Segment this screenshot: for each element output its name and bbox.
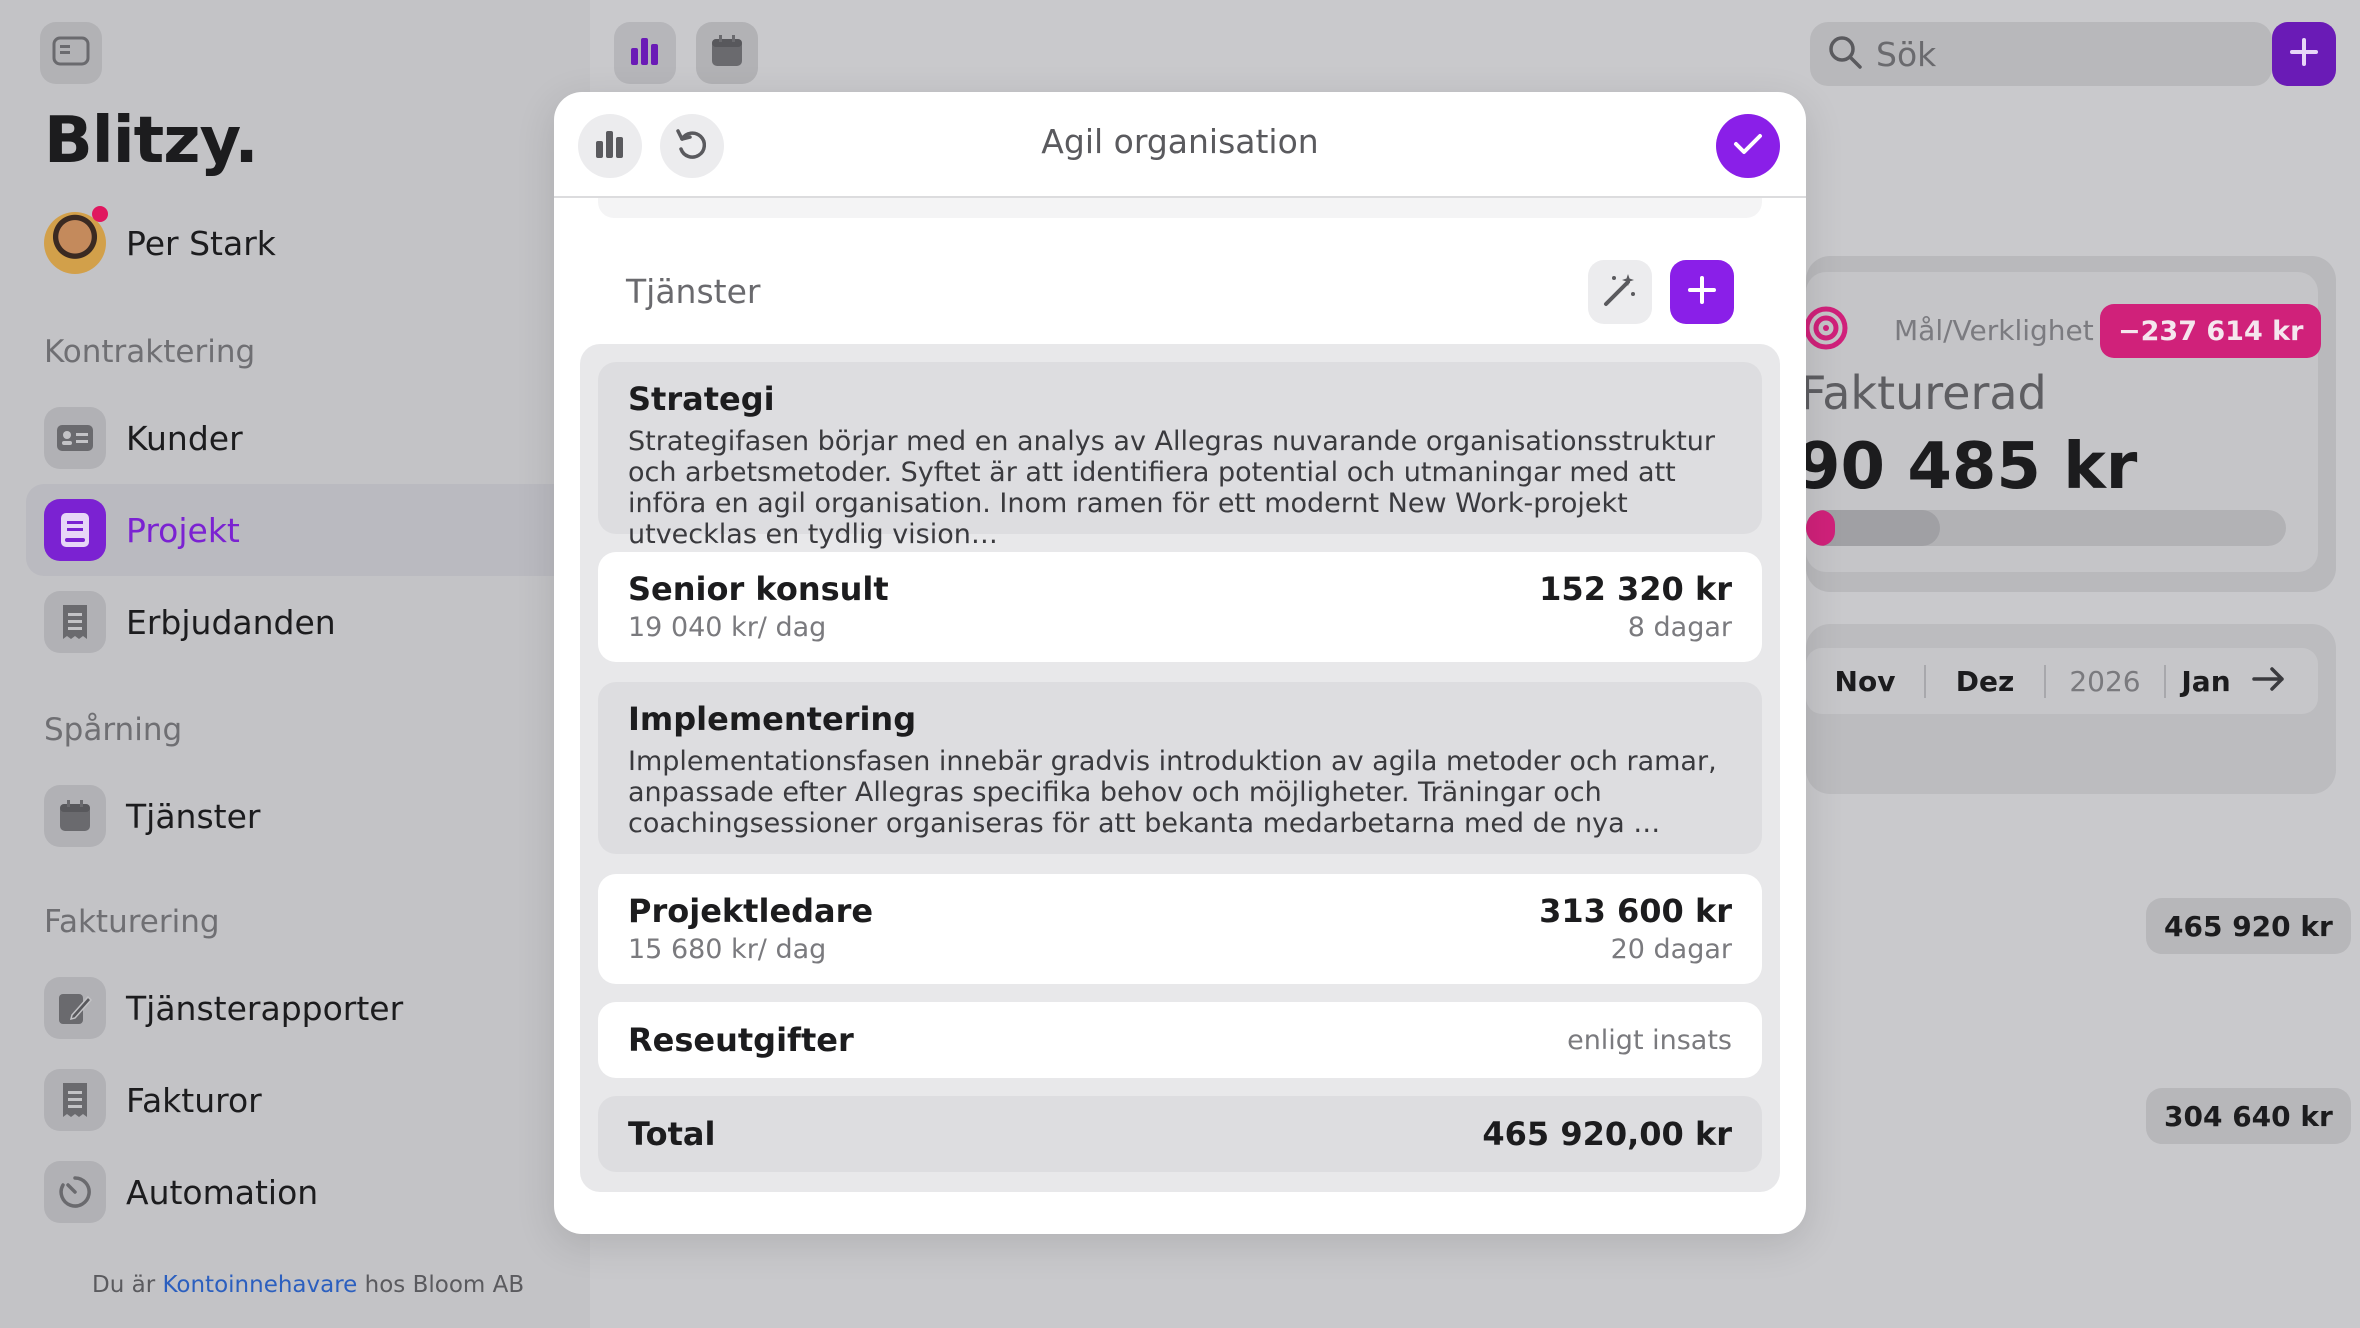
expense-title: Reseutgifter [628, 1021, 854, 1059]
confirm-button[interactable] [1716, 114, 1780, 178]
progress-fill [1806, 510, 1835, 546]
stats-view-button[interactable] [614, 22, 676, 84]
sidebar-toggle-button[interactable] [40, 22, 102, 84]
service-rate: 19 040 kr/ dag [628, 612, 827, 643]
sidebar-item-label: Automation [126, 1172, 319, 1212]
modal-header: Agil organisation [554, 92, 1806, 198]
magic-wand-button[interactable] [1588, 260, 1652, 324]
sidebar-item-label: Tjänsterapporter [126, 988, 404, 1028]
timer-icon [44, 1161, 106, 1223]
services-section-label: Tjänster [626, 272, 761, 311]
sidebar-toggle-icon [52, 36, 90, 70]
month-jan[interactable]: Jan [2166, 665, 2246, 698]
add-service-button[interactable] [1670, 260, 1734, 324]
project-services-modal: Agil organisation Tjänster Strategi Stra… [554, 92, 1806, 1234]
phase-card-implementering[interactable]: Implementering Implementationsfasen inne… [598, 682, 1762, 854]
calendar-view-button[interactable] [696, 22, 758, 84]
sidebar-item-label: Kunder [126, 418, 243, 458]
avatar [44, 206, 108, 274]
user-name: Per Stark [126, 223, 276, 263]
expense-row-reseutgifter[interactable]: Reseutgifter enligt insats [598, 1002, 1762, 1078]
phase-card-strategi[interactable]: Strategi Strategifasen börjar med en ana… [598, 362, 1762, 550]
sidebar-item-fakturor[interactable]: Fakturor [26, 1054, 590, 1146]
bar-chart-icon [630, 36, 660, 70]
sidebar-item-label: Tjänster [126, 796, 261, 836]
invoice-icon [44, 1069, 106, 1131]
target-icon [1804, 306, 1848, 354]
plus-icon [2289, 37, 2319, 71]
service-amount: 313 600 kr [1539, 892, 1732, 930]
search-input[interactable]: Sök [1810, 22, 2272, 86]
checkmark-icon [1733, 132, 1763, 160]
sidebar-item-label: Fakturor [126, 1080, 262, 1120]
footer-suffix: hos Bloom AB [364, 1272, 525, 1298]
service-row-projektledare[interactable]: Projektledare 313 600 kr 15 680 kr/ dag … [598, 874, 1762, 984]
service-quantity: 20 dagar [1610, 934, 1732, 965]
phase-description: Strategifasen börjar med en analys av Al… [628, 426, 1716, 550]
sidebar-item-kunder[interactable]: Kunder [26, 392, 590, 484]
goal-label: Mål/Verklighet [1894, 314, 2094, 347]
sidebar-item-automation[interactable]: Automation [26, 1146, 590, 1238]
contact-card-icon [44, 407, 106, 469]
sidebar-item-tjanster[interactable]: Tjänster [26, 770, 590, 862]
notification-dot [92, 206, 108, 222]
project-amount-badge: 465 920 kr [2146, 898, 2351, 954]
total-value: 465 920,00 kr [1482, 1115, 1732, 1153]
month-nov[interactable]: Nov [1806, 664, 1926, 698]
section-title-kontraktering: Kontraktering [44, 334, 256, 370]
plus-icon [1687, 275, 1717, 309]
account-role-link[interactable]: Kontoinnehavare [162, 1272, 357, 1298]
invoiced-progress-bar [1806, 510, 2286, 546]
phase-description: Implementationsfasen innebär gradvis int… [628, 746, 1717, 839]
month-strip: Nov Dez 2026 Jan [1806, 648, 2318, 714]
service-row-senior-konsult[interactable]: Senior konsult 152 320 kr 19 040 kr/ dag… [598, 552, 1762, 662]
sidebar-item-label: Projekt [126, 510, 240, 550]
service-rate: 15 680 kr/ dag [628, 934, 827, 965]
service-amount: 152 320 kr [1539, 570, 1732, 608]
calendar-icon [711, 35, 743, 71]
report-edit-icon [44, 977, 106, 1039]
sidebar-item-tjansterapporter[interactable]: Tjänsterapporter [26, 962, 590, 1054]
magic-wand-icon [1602, 272, 1638, 312]
user-profile[interactable]: Per Stark [44, 206, 276, 275]
sidebar: Blitzy. Per Stark Kontraktering Kunder P… [0, 0, 590, 1328]
invoiced-label: Fakturerad [1800, 366, 2047, 420]
sidebar-item-label: Erbjudanden [126, 602, 336, 642]
add-new-button[interactable] [2272, 22, 2336, 86]
sidebar-item-erbjudanden[interactable]: Erbjudanden [26, 576, 590, 668]
footer-prefix: Du är [92, 1272, 156, 1298]
sidebar-item-projekt[interactable]: Projekt [26, 484, 590, 576]
expense-note: enligt insats [1567, 1024, 1732, 1056]
year-label: 2026 [2046, 664, 2166, 698]
goal-diff-badge: −237 614 kr [2100, 304, 2322, 358]
invoiced-value: 90 485 kr [1796, 430, 2138, 504]
scroll-edge [598, 198, 1762, 218]
phase-title: Strategi [628, 380, 775, 418]
section-title-fakturering: Fakturering [44, 904, 220, 940]
book-icon [44, 499, 106, 561]
section-title-sparning: Spårning [44, 712, 183, 748]
service-title: Projektledare [628, 892, 874, 930]
month-dez[interactable]: Dez [1926, 664, 2046, 698]
calendar-icon [44, 785, 106, 847]
modal-title: Agil organisation [1041, 122, 1319, 161]
arrow-right-icon[interactable] [2252, 666, 2286, 696]
total-label: Total [628, 1115, 716, 1153]
receipt-icon [44, 591, 106, 653]
service-quantity: 8 dagar [1627, 612, 1732, 643]
project-amount-badge: 304 640 kr [2146, 1088, 2351, 1144]
service-title: Senior konsult [628, 570, 889, 608]
app-logo: Blitzy. [44, 104, 259, 178]
phase-title: Implementering [628, 700, 917, 738]
account-footer: Du är Kontoinnehavare hos Bloom AB [92, 1272, 524, 1298]
search-icon [1828, 35, 1862, 73]
search-placeholder: Sök [1876, 34, 1937, 74]
total-row: Total 465 920,00 kr [598, 1096, 1762, 1172]
